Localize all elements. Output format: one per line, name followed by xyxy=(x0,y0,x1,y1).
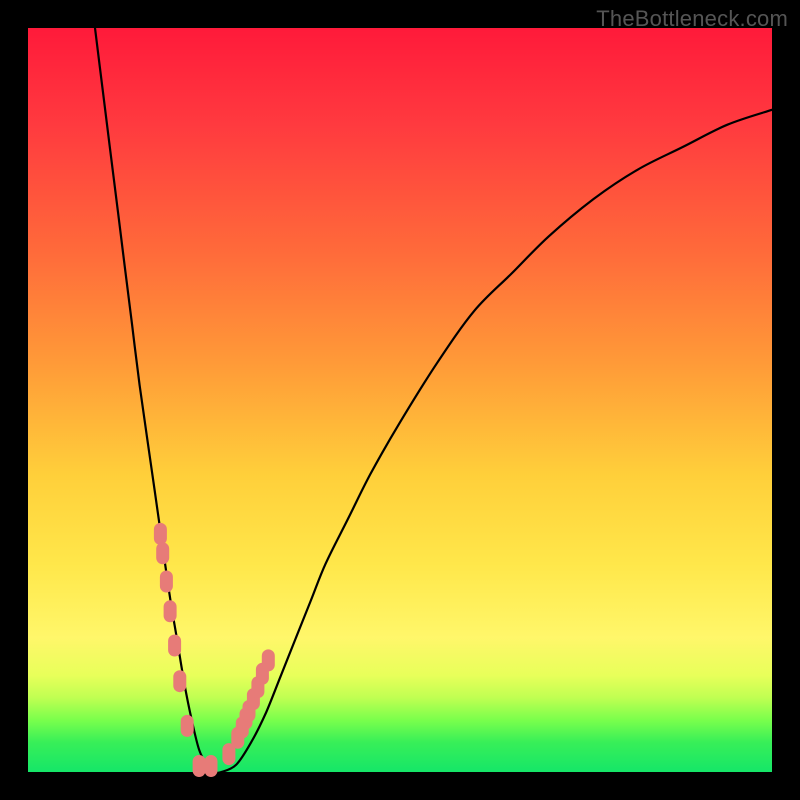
watermark-text: TheBottleneck.com xyxy=(596,6,788,32)
plot-area xyxy=(28,28,772,772)
chart-frame: TheBottleneck.com xyxy=(0,0,800,800)
